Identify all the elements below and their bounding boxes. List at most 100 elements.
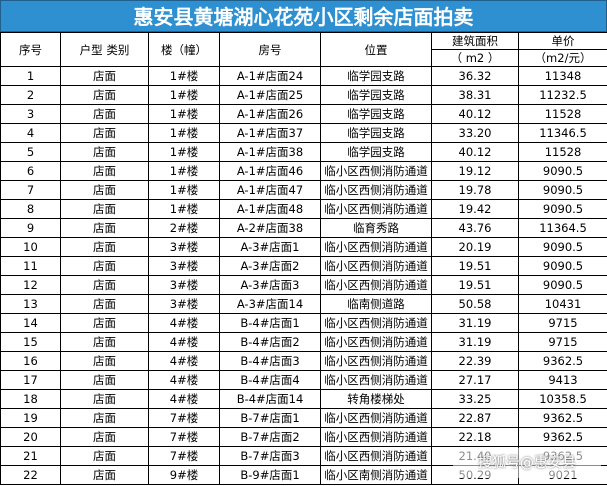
cell-area: 19.78 [431, 180, 519, 200]
cell-location: 临小区西侧消防通道 [320, 199, 432, 219]
cell-seq: 1 [0, 66, 61, 86]
table-row: 17 店面 4#楼 B-4#店面4 临小区西侧消防通道 27.17 9413 [0, 370, 607, 390]
cell-seq: 8 [0, 199, 61, 219]
cell-location: 临小区西侧消防通道 [320, 180, 432, 200]
header-location: 位置 [320, 32, 432, 67]
table-row: 12 店面 3#楼 A-3#店面3 临小区西侧消防通道 19.51 9090.5 [0, 275, 607, 295]
cell-price: 9090.5 [518, 256, 607, 276]
cell-room: A-3#店面2 [219, 256, 321, 276]
cell-seq: 3 [0, 104, 61, 124]
cell-price: 9715 [518, 313, 607, 333]
cell-room: B-7#店面1 [219, 408, 321, 428]
table-row: 10 店面 3#楼 A-3#店面1 临小区西侧消防通道 20.19 9090.5 [0, 237, 607, 257]
cell-seq: 18 [0, 389, 61, 409]
cell-price: 10431 [518, 294, 607, 314]
table-row: 9 店面 2#楼 A-2#店面38 临育秀路 43.76 11364.5 [0, 218, 607, 238]
header-price-unit: （m2/元） [518, 49, 607, 67]
cell-type: 店面 [60, 66, 149, 86]
table-row: 3 店面 1#楼 A-1#店面26 临学园支路 40.12 11528 [0, 104, 607, 124]
cell-type: 店面 [60, 427, 149, 447]
cell-price: 9362.5 [518, 408, 607, 428]
cell-type: 店面 [60, 351, 149, 371]
cell-area: 43.76 [431, 218, 519, 238]
cell-location: 临小区西侧消防通道 [320, 237, 432, 257]
cell-location: 临学园支路 [320, 123, 432, 143]
cell-type: 店面 [60, 123, 149, 143]
cell-building: 1#楼 [148, 142, 220, 162]
cell-room: A-1#店面46 [219, 161, 321, 181]
cell-room: A-1#店面26 [219, 104, 321, 124]
cell-seq: 7 [0, 180, 61, 200]
header-building: 楼（幢） [148, 32, 220, 67]
cell-price: 11364.5 [518, 218, 607, 238]
cell-building: 1#楼 [148, 85, 220, 105]
cell-building: 1#楼 [148, 199, 220, 219]
table-row: 5 店面 1#楼 A-1#店面38 临学园支路 40.12 11528 [0, 142, 607, 162]
cell-building: 4#楼 [148, 370, 220, 390]
table-row: 7 店面 1#楼 A-1#店面47 临小区西侧消防通道 19.78 9090.5 [0, 180, 607, 200]
cell-type: 店面 [60, 104, 149, 124]
cell-room: A-3#店面3 [219, 275, 321, 295]
cell-type: 店面 [60, 161, 149, 181]
cell-room: B-9#店面1 [219, 465, 321, 485]
cell-type: 店面 [60, 370, 149, 390]
cell-type: 店面 [60, 446, 149, 466]
cell-room: B-4#店面2 [219, 332, 321, 352]
cell-seq: 13 [0, 294, 61, 314]
cell-type: 店面 [60, 256, 149, 276]
cell-seq: 12 [0, 275, 61, 295]
cell-location: 临学园支路 [320, 142, 432, 162]
cell-building: 7#楼 [148, 446, 220, 466]
cell-type: 店面 [60, 142, 149, 162]
cell-price: 11528 [518, 104, 607, 124]
table-row: 2 店面 1#楼 A-1#店面25 临学园支路 38.31 11232.5 [0, 85, 607, 105]
cell-building: 4#楼 [148, 332, 220, 352]
cell-room: A-1#店面47 [219, 180, 321, 200]
cell-building: 9#楼 [148, 465, 220, 485]
sheet-title: 惠安县黄塘湖心花苑小区剩余店面拍卖 [0, 0, 607, 32]
cell-type: 店面 [60, 408, 149, 428]
cell-seq: 6 [0, 161, 61, 181]
cell-area: 36.32 [431, 66, 519, 86]
cell-type: 店面 [60, 313, 149, 333]
table-row: 8 店面 1#楼 A-1#店面48 临小区西侧消防通道 19.42 9090.5 [0, 199, 607, 219]
cell-room: A-1#店面37 [219, 123, 321, 143]
cell-type: 店面 [60, 275, 149, 295]
cell-room: A-1#店面24 [219, 66, 321, 86]
cell-location: 临育秀路 [320, 218, 432, 238]
cell-type: 店面 [60, 199, 149, 219]
cell-room: A-1#店面48 [219, 199, 321, 219]
cell-price: 11232.5 [518, 85, 607, 105]
cell-area: 33.25 [431, 389, 519, 409]
cell-area: 33.20 [431, 123, 519, 143]
cell-seq: 11 [0, 256, 61, 276]
cell-building: 1#楼 [148, 66, 220, 86]
cell-building: 3#楼 [148, 256, 220, 276]
cell-location: 临学园支路 [320, 66, 432, 86]
cell-type: 店面 [60, 294, 149, 314]
cell-seq: 2 [0, 85, 61, 105]
cell-type: 店面 [60, 85, 149, 105]
cell-price: 11346.5 [518, 123, 607, 143]
cell-area: 22.18 [431, 427, 519, 447]
cell-seq: 4 [0, 123, 61, 143]
cell-building: 1#楼 [148, 161, 220, 181]
header-seq: 序号 [0, 32, 61, 67]
table-row: 6 店面 1#楼 A-1#店面46 临小区西侧消防通道 19.12 9090.5 [0, 161, 607, 181]
cell-seq: 14 [0, 313, 61, 333]
cell-price: 11528 [518, 142, 607, 162]
cell-type: 店面 [60, 218, 149, 238]
cell-seq: 15 [0, 332, 61, 352]
cell-location: 临小区西侧消防通道 [320, 256, 432, 276]
cell-room: B-4#店面3 [219, 351, 321, 371]
cell-seq: 22 [0, 465, 61, 485]
cell-seq: 19 [0, 408, 61, 428]
cell-building: 4#楼 [148, 313, 220, 333]
table-row: 4 店面 1#楼 A-1#店面37 临学园支路 33.20 11346.5 [0, 123, 607, 143]
cell-area: 20.19 [431, 237, 519, 257]
header-room: 房号 [219, 32, 321, 67]
cell-seq: 16 [0, 351, 61, 371]
cell-building: 7#楼 [148, 408, 220, 428]
cell-location: 临小区西侧消防通道 [320, 313, 432, 333]
cell-room: A-3#店面1 [219, 237, 321, 257]
